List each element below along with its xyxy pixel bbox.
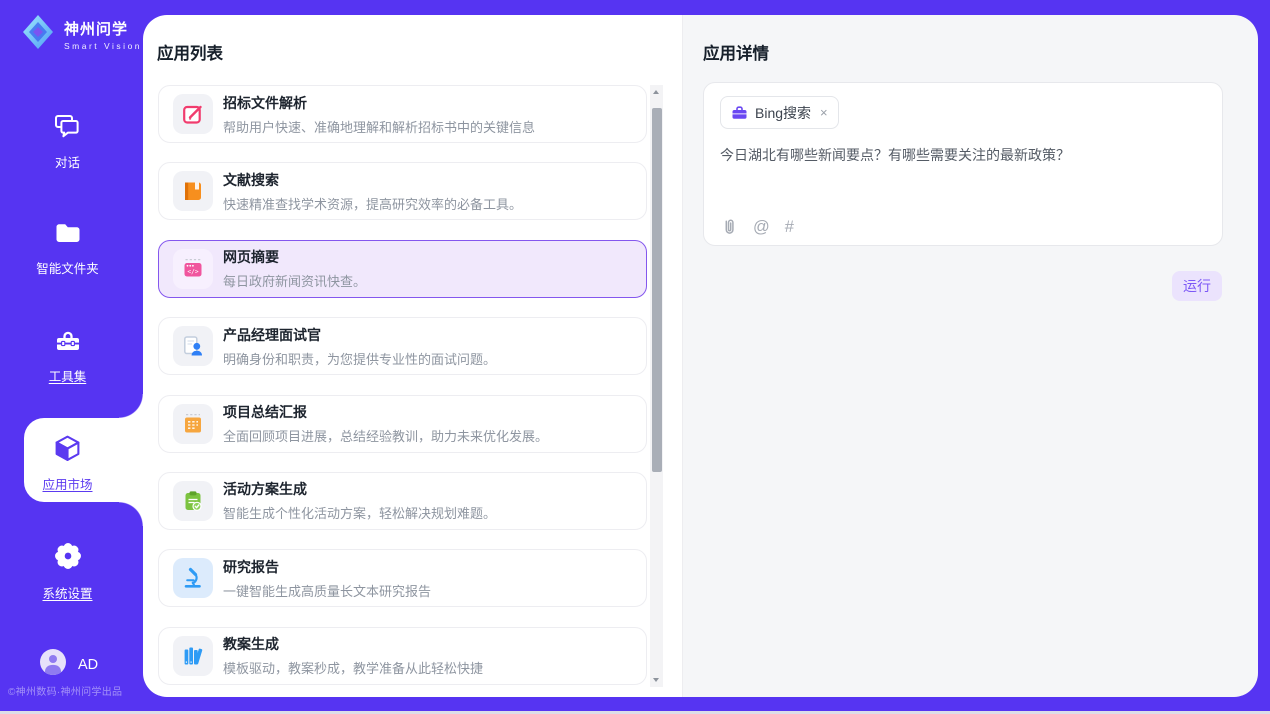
app-card-name: 项目总结汇报 — [223, 402, 548, 422]
scrollbar-up-arrow-icon[interactable] — [653, 90, 659, 94]
user-account[interactable]: AD — [40, 649, 98, 680]
app-card-desc: 明确身份和职责，为您提供专业性的面试问题。 — [223, 349, 496, 368]
literature-icon — [173, 171, 213, 211]
summary-icon — [173, 404, 213, 444]
app-card-name: 活动方案生成 — [223, 479, 496, 499]
composer-toolbar: @ # — [720, 217, 794, 236]
sidebar-item-toolset[interactable]: 工具集 — [0, 328, 135, 385]
app-list: 招标文件解析 帮助用户快速、准确地理解和解析招标书中的关键信息 文献搜索 快速精… — [158, 85, 647, 697]
app-detail-title: 应用详情 — [703, 40, 769, 64]
app-card-name: 研究报告 — [223, 557, 431, 577]
app-card[interactable]: 招标文件解析 帮助用户快速、准确地理解和解析招标书中的关键信息 — [158, 85, 647, 143]
research-icon — [173, 558, 213, 598]
app-card-name: 网页摘要 — [223, 247, 366, 267]
app-card[interactable]: 教案生成 模板驱动，教案秒成，教学准备从此轻松快捷 — [158, 627, 647, 685]
plan-icon — [173, 481, 213, 521]
brand-name: 神州问学 — [64, 18, 142, 39]
question-text[interactable]: 今日湖北有哪些新闻要点？有哪些需要关注的最新政策？ — [720, 145, 1206, 165]
app-card[interactable]: 研究报告 一键智能生成高质量长文本研究报告 — [158, 549, 647, 607]
app-list-panel: 应用列表 招标文件解析 帮助用户快速、准确地理解和解析招标书中的关键信息 文献搜… — [143, 15, 682, 697]
gear-icon — [53, 541, 83, 571]
paperclip-icon[interactable] — [720, 217, 738, 236]
app-card[interactable]: 项目总结汇报 全面回顾项目进展，总结经验教训，助力未来优化发展。 — [158, 395, 647, 453]
app-card-desc: 模板驱动，教案秒成，教学准备从此轻松快捷 — [223, 658, 483, 677]
main-content: 应用列表 招标文件解析 帮助用户快速、准确地理解和解析招标书中的关键信息 文献搜… — [143, 15, 1258, 697]
app-card[interactable]: 产品经理面试官 明确身份和职责，为您提供专业性的面试问题。 — [158, 317, 647, 375]
app-card-desc: 帮助用户快速、准确地理解和解析招标书中的关键信息 — [223, 117, 535, 136]
app-card-name: 产品经理面试官 — [223, 325, 496, 345]
sidebar-item-settings[interactable]: 系统设置 — [0, 541, 135, 602]
app-card[interactable]: 活动方案生成 智能生成个性化活动方案，轻松解决规划难题。 — [158, 472, 647, 530]
close-icon[interactable]: × — [820, 105, 828, 120]
app-card-desc: 全面回顾项目进展，总结经验教训，助力未来优化发展。 — [223, 426, 548, 445]
avatar — [40, 649, 66, 680]
user-initials: AD — [78, 657, 98, 673]
prompt-input-card[interactable]: Bing搜索 × 今日湖北有哪些新闻要点？有哪些需要关注的最新政策？ @ # — [703, 82, 1223, 246]
tool-tag-bing-search[interactable]: Bing搜索 × — [720, 96, 839, 129]
scrollbar-thumb[interactable] — [652, 108, 662, 472]
folder-icon — [53, 220, 83, 246]
topic-icon[interactable]: # — [785, 218, 794, 236]
app-card-name: 文献搜索 — [223, 170, 522, 190]
tool-tag-label: Bing搜索 — [755, 103, 811, 123]
app-card-desc: 智能生成个性化活动方案，轻松解决规划难题。 — [223, 503, 496, 522]
app-detail-panel: 应用详情 Bing搜索 × 今日湖北有哪些新闻要点？有哪些需要关注的最新政策？ — [682, 15, 1258, 697]
app-card-desc: 一键智能生成高质量长文本研究报告 — [223, 581, 431, 600]
lesson-icon — [173, 636, 213, 676]
sidebar-footer: ©神州数码·神州问学出品 — [8, 683, 138, 698]
sidebar-item-chat[interactable]: 对话 — [0, 112, 135, 171]
sidebar-item-label: 对话 — [0, 152, 135, 171]
app-card-desc: 快速精准查找学术资源，提高研究效率的必备工具。 — [223, 194, 522, 213]
cube-icon — [53, 433, 82, 462]
svg-text:</>: </> — [187, 268, 198, 275]
scrollbar[interactable] — [650, 85, 663, 687]
chat-icon — [53, 112, 83, 140]
brand-tagline: Smart Vision — [64, 41, 142, 51]
sidebar-item-label: 应用市场 — [0, 474, 135, 493]
sidebar-item-label: 工具集 — [0, 366, 135, 385]
sidebar-item-smart-folder[interactable]: 智能文件夹 — [0, 220, 135, 277]
sidebar: 神州问学 Smart Vision 对话 智能文件夹 — [0, 0, 143, 714]
brand-logo-icon — [18, 11, 58, 58]
app-card-name: 招标文件解析 — [223, 93, 535, 113]
webpage-icon: </> — [173, 249, 213, 289]
run-button[interactable]: 运行 — [1172, 271, 1222, 301]
tender-doc-icon — [173, 94, 213, 134]
briefcase-icon — [731, 105, 748, 121]
interviewer-icon — [173, 326, 213, 366]
mention-icon[interactable]: @ — [753, 218, 770, 236]
app-card-desc: 每日政府新闻资讯快查。 — [223, 271, 366, 290]
scrollbar-down-arrow-icon[interactable] — [653, 678, 659, 682]
toolbox-icon — [53, 328, 83, 354]
sidebar-item-label: 系统设置 — [0, 583, 135, 602]
brand: 神州问学 Smart Vision — [18, 11, 142, 58]
app-card[interactable]: 文献搜索 快速精准查找学术资源，提高研究效率的必备工具。 — [158, 162, 647, 220]
app-card[interactable]: </> 网页摘要 每日政府新闻资讯快查。 — [158, 240, 647, 298]
app-list-title: 应用列表 — [157, 40, 223, 64]
sidebar-item-label: 智能文件夹 — [0, 258, 135, 277]
sidebar-item-app-market[interactable]: 应用市场 — [0, 433, 135, 493]
app-card-name: 教案生成 — [223, 634, 483, 654]
